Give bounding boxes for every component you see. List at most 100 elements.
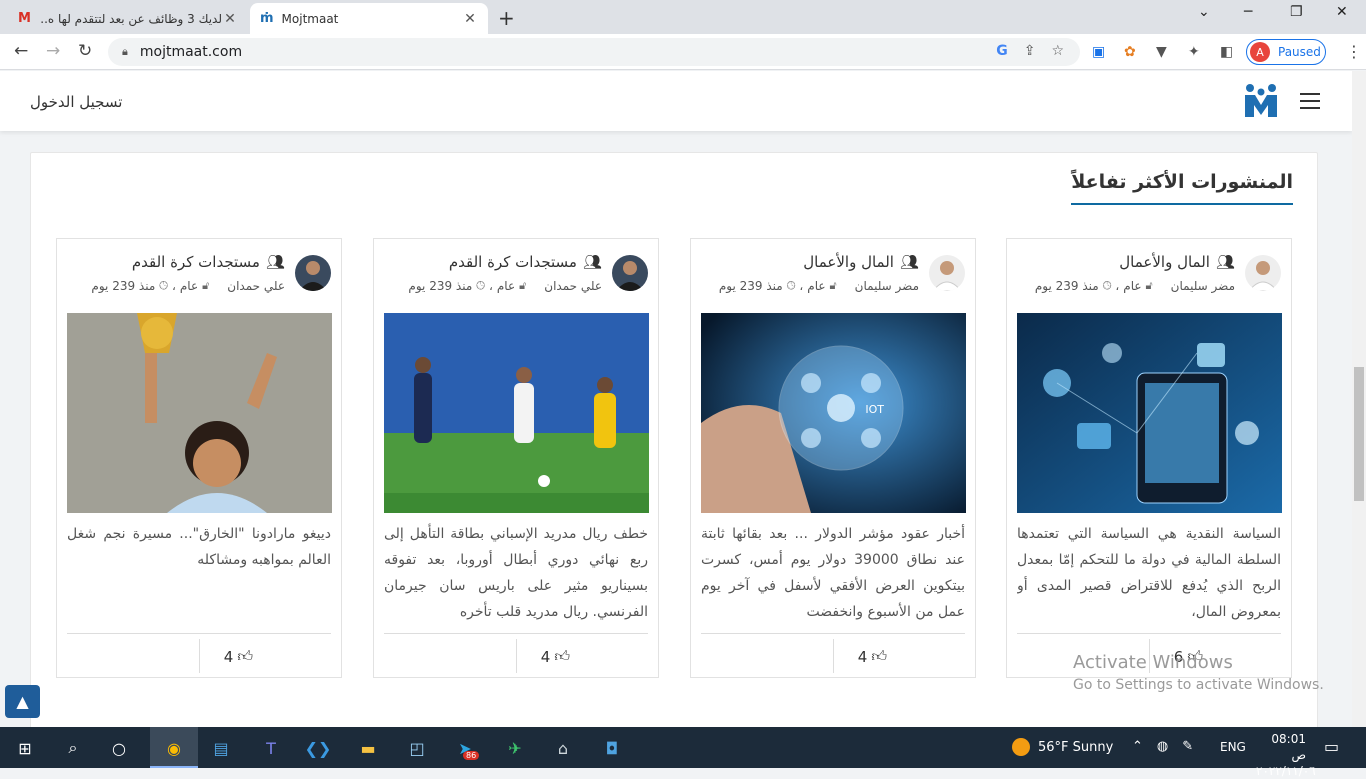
language-indicator[interactable]: ENG (1220, 740, 1246, 754)
post-excerpt[interactable]: السياسة النقدية هي السياسة التي تعتمدها … (1017, 521, 1281, 625)
close-tab-icon[interactable]: ✕ (222, 11, 238, 27)
post-meta: مضر سليمان 🔓︎ عام ، 🕒︎ منذ 239 يوم (718, 279, 919, 293)
clock[interactable]: 08:01 ص ٢٠٢٢/١١/٠٦ (1256, 731, 1316, 779)
search-icon[interactable]: ⌕ (60, 735, 86, 761)
divider (833, 639, 834, 673)
section-title: المنشورات الأكثر تفاعلاً (1071, 171, 1293, 205)
author-name[interactable]: علي حمدان (544, 279, 602, 293)
gmail-icon: M (18, 11, 31, 26)
avatar[interactable] (929, 255, 965, 291)
avatar[interactable] (1245, 255, 1281, 291)
forward-icon[interactable]: → (46, 41, 60, 61)
share-icon[interactable]: ⇪ (1024, 43, 1036, 59)
app-icon[interactable]: ◰ (404, 735, 430, 761)
site-header: تسجيل الدخول (0, 71, 1352, 131)
vscode-icon[interactable]: ❮❯ (305, 735, 332, 761)
puzzle-icon[interactable]: ✦ (1188, 44, 1200, 60)
post-time: منذ 239 يوم (408, 279, 473, 293)
weather-widget[interactable]: 56°F Sunny (1012, 738, 1113, 756)
author-name[interactable]: مضر سليمان (855, 279, 919, 293)
post-excerpt[interactable]: دييغو مارادونا "الخارق"... مسيرة نجم شغل… (67, 521, 331, 625)
extension-icon[interactable]: ✿ (1124, 44, 1136, 60)
messaging-icon[interactable]: ✈ (502, 735, 528, 761)
post-image-iot-sphere[interactable]: IOT (701, 313, 966, 513)
login-link[interactable]: تسجيل الدخول (30, 93, 122, 111)
author-name[interactable]: مضر سليمان (1171, 279, 1235, 293)
site-logo[interactable] (1242, 83, 1280, 119)
post-image-football-match[interactable] (384, 313, 649, 513)
chevron-up-icon[interactable]: ⌃ (1132, 739, 1143, 754)
teams-icon[interactable]: T (258, 735, 284, 761)
post-group[interactable]: 👥︎ المال والأعمال (1119, 253, 1235, 271)
post-meta: مضر سليمان 🔓︎ عام ، 🕒︎ منذ 239 يوم (1034, 279, 1235, 293)
windows-taskbar: ⊞ ⌕ ○ ◉ ▤ T ❮❯ ▬ ◰ ➤ 86 ✈ ⌂ ◘ 56°F Sunny… (0, 727, 1366, 778)
divider (701, 633, 965, 634)
windows-activation-watermark: Activate Windows Go to Settings to activ… (1073, 652, 1324, 693)
watermark-subtitle: Go to Settings to activate Windows. (1073, 677, 1324, 693)
avatar[interactable] (295, 255, 331, 291)
reload-icon[interactable]: ↻ (78, 41, 92, 61)
profile-status: Paused (1278, 45, 1321, 59)
back-icon[interactable]: ← (14, 41, 28, 61)
post-group[interactable]: 👥︎ مستجدات كرة القدم (132, 253, 285, 271)
page-scrollbar[interactable] (1352, 71, 1366, 727)
globe-icon: 🔓︎ (829, 279, 837, 292)
chrome-icon[interactable]: ◉ (161, 735, 187, 761)
url-text: mojtmaat.com (139, 44, 243, 60)
like-button[interactable]: 4 👍︎ (858, 647, 887, 666)
like-button[interactable]: 4 👍︎ (224, 647, 253, 666)
file-explorer-icon[interactable]: ▬ (355, 735, 381, 761)
clock-icon: 🕒︎ (159, 279, 168, 292)
bookmark-star-icon[interactable]: ☆ (1051, 43, 1064, 59)
task-view-icon[interactable]: ○ (106, 735, 132, 761)
notification-icon[interactable]: ▭ (1324, 737, 1339, 756)
post-card[interactable]: 👥︎ مستجدات كرة القدم علي حمدان 🔓︎ عام ، … (373, 238, 659, 678)
profile-button[interactable]: A Paused (1246, 39, 1326, 65)
post-meta: علي حمدان 🔓︎ عام ، 🕒︎ منذ 239 يوم (408, 279, 602, 293)
close-tab-icon[interactable]: ✕ (462, 11, 478, 27)
lock-icon: 🔒︎ (122, 45, 128, 58)
tab-search-icon[interactable]: ⌄ (1198, 4, 1210, 20)
users-icon: 👥︎ (265, 253, 285, 271)
camera-icon[interactable]: ◍ (1157, 739, 1168, 754)
scroll-to-top-button[interactable]: ▲ (5, 685, 40, 718)
extension-icon[interactable]: ▣ (1092, 44, 1105, 60)
clock-time: 08:01 ص (1271, 732, 1306, 762)
post-image-tech-network[interactable] (1017, 313, 1282, 513)
extension-icon[interactable]: ▼ (1156, 44, 1167, 60)
post-card[interactable]: 👥︎ المال والأعمال مضر سليمان 🔓︎ عام ، 🕒︎… (1006, 238, 1292, 678)
post-excerpt[interactable]: خطف ريال مدريد الإسباني بطاقة التأهل إلى… (384, 521, 648, 625)
maximize-icon[interactable]: ❐ (1290, 4, 1303, 20)
post-card[interactable]: 👥︎ مستجدات كرة القدم علي حمدان 🔓︎ عام ، … (56, 238, 342, 678)
menu-icon[interactable] (1300, 93, 1320, 109)
control-panel-icon[interactable]: ▤ (208, 735, 234, 761)
tab-mojtmaat[interactable]: ṁ Mojtmaat ✕ (250, 3, 488, 34)
post-group[interactable]: 👥︎ مستجدات كرة القدم (449, 253, 602, 271)
new-tab-icon[interactable]: + (498, 6, 515, 30)
google-icon[interactable]: G (996, 43, 1008, 59)
post-card[interactable]: 👥︎ المال والأعمال مضر سليمان 🔓︎ عام ، 🕒︎… (690, 238, 976, 678)
post-image-maradona-trophy[interactable] (67, 313, 332, 513)
like-button[interactable]: 4 👍︎ (541, 647, 570, 666)
tab-title: Mojtmaat (281, 11, 339, 26)
telegram-badge: 86 (463, 751, 480, 760)
sidepanel-icon[interactable]: ◧ (1220, 44, 1233, 60)
tab-gmail[interactable]: M لديك 3 وظائف عن بعد لتتقدم لها ه.. ✕ (8, 3, 248, 34)
windows-start-icon[interactable]: ⊞ (12, 735, 38, 761)
close-window-icon[interactable]: ✕ (1336, 4, 1348, 20)
scrollbar-thumb[interactable] (1354, 367, 1364, 501)
address-bar[interactable]: 🔒︎ mojtmaat.com G ⇪ ☆ (108, 38, 1080, 66)
avatar[interactable] (612, 255, 648, 291)
post-time: منذ 239 يوم (1034, 279, 1099, 293)
divider (67, 633, 331, 634)
post-time: منذ 239 يوم (718, 279, 783, 293)
browser-menu-icon[interactable]: ⋮ (1346, 42, 1362, 61)
author-name[interactable]: علي حمدان (227, 279, 285, 293)
app-icon[interactable]: ⌂ (550, 735, 576, 761)
minimize-icon[interactable]: ─ (1244, 4, 1252, 20)
post-excerpt[interactable]: أخبار عقود مؤشر الدولار ... بعد بقائها ث… (701, 521, 965, 625)
visibility-label: عام (807, 279, 826, 293)
app-icon[interactable]: ◘ (599, 735, 625, 761)
pen-icon[interactable]: ✎ (1182, 739, 1193, 754)
post-group[interactable]: 👥︎ المال والأعمال (803, 253, 919, 271)
